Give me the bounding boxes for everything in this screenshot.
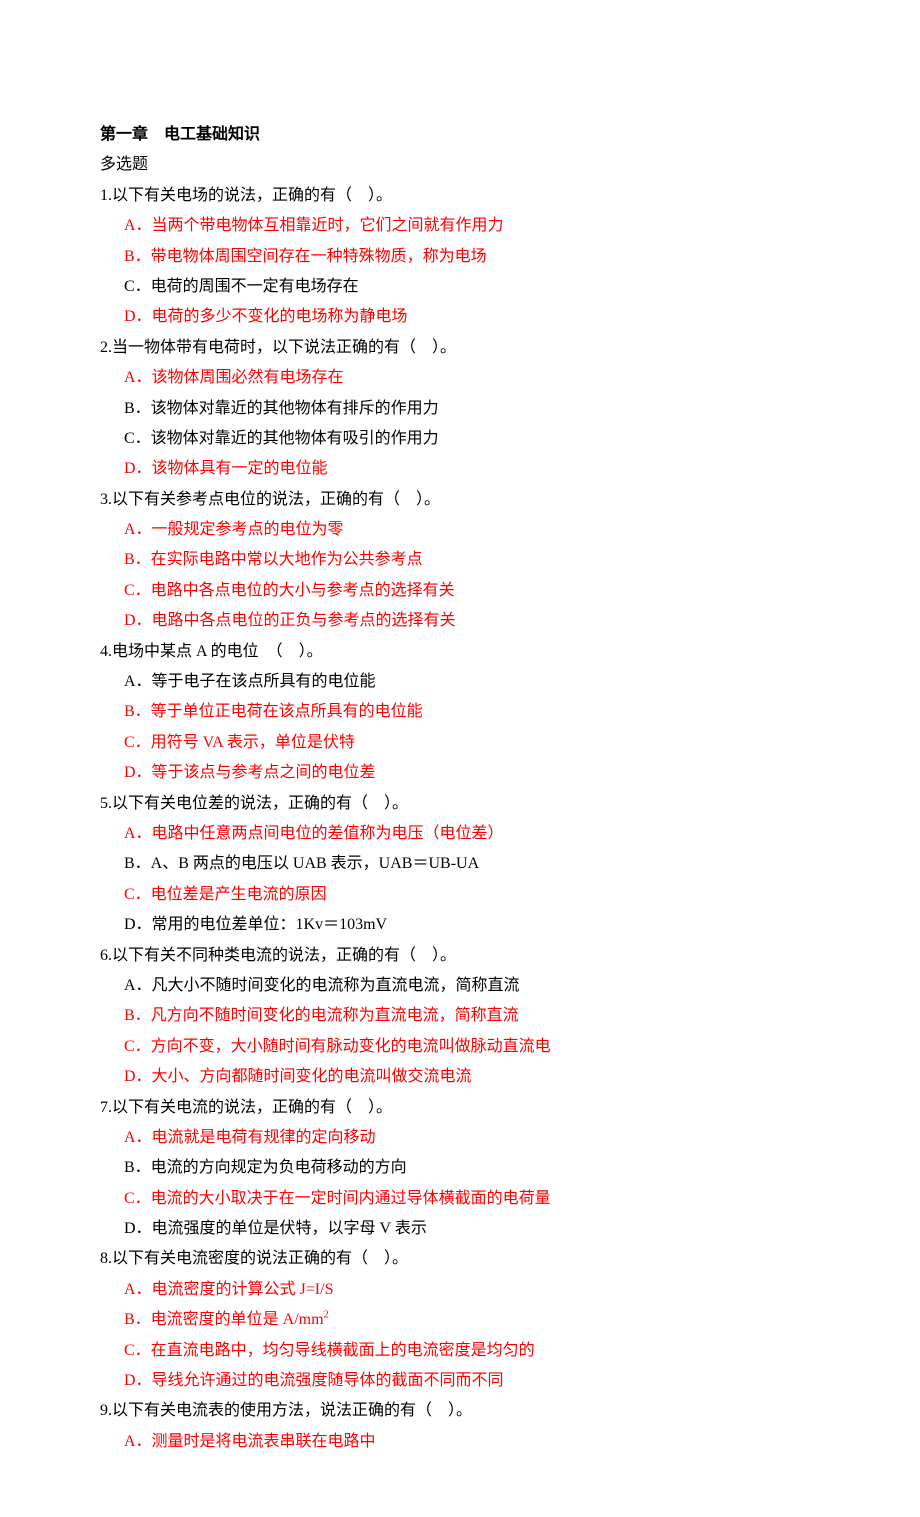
option: B．凡方向不随时间变化的电流称为直流电流，简称直流: [100, 1001, 820, 1031]
option: B．电流密度的单位是 A/mm2: [100, 1305, 820, 1335]
option: A．电路中任意两点间电位的差值称为电压（电位差）: [100, 819, 820, 849]
question-text: 4.电场中某点 A 的电位 （ ）。: [100, 637, 820, 667]
question-block: 9.以下有关电流表的使用方法，说法正确的有（ ）。A．测量时是将电流表串联在电路…: [100, 1396, 820, 1457]
question-text: 8.以下有关电流密度的说法正确的有（ ）。: [100, 1244, 820, 1274]
question-text: 7.以下有关电流的说法，正确的有（ ）。: [100, 1093, 820, 1123]
option: C．电流的大小取决于在一定时间内通过导体横截面的电荷量: [100, 1184, 820, 1214]
chapter-title: 第一章 电工基础知识: [100, 120, 820, 150]
option: A．凡大小不随时间变化的电流称为直流电流，简称直流: [100, 971, 820, 1001]
question-text: 2.当一物体带有电荷时，以下说法正确的有（ ）。: [100, 333, 820, 363]
option: B．带电物体周围空间存在一种特殊物质，称为电场: [100, 242, 820, 272]
question-block: 8.以下有关电流密度的说法正确的有（ ）。A．电流密度的计算公式 J=I/SB．…: [100, 1244, 820, 1396]
option: C．电位差是产生电流的原因: [100, 880, 820, 910]
option: C．方向不变，大小随时间有脉动变化的电流叫做脉动直流电: [100, 1032, 820, 1062]
question-block: 2.当一物体带有电荷时，以下说法正确的有（ ）。A．该物体周围必然有电场存在B．…: [100, 333, 820, 485]
option: C．该物体对靠近的其他物体有吸引的作用力: [100, 424, 820, 454]
question-block: 5.以下有关电位差的说法，正确的有（ ）。A．电路中任意两点间电位的差值称为电压…: [100, 789, 820, 941]
option: B．A、B 两点的电压以 UAB 表示，UAB＝UB-UA: [100, 849, 820, 879]
option: D．大小、方向都随时间变化的电流叫做交流电流: [100, 1062, 820, 1092]
option: A．电流就是电荷有规律的定向移动: [100, 1123, 820, 1153]
option: A．等于电子在该点所具有的电位能: [100, 667, 820, 697]
option: C．用符号 VA 表示，单位是伏特: [100, 728, 820, 758]
question-block: 4.电场中某点 A 的电位 （ ）。A．等于电子在该点所具有的电位能B．等于单位…: [100, 637, 820, 789]
option: B．电流的方向规定为负电荷移动的方向: [100, 1153, 820, 1183]
option: A．一般规定参考点的电位为零: [100, 515, 820, 545]
option: B．该物体对靠近的其他物体有排斥的作用力: [100, 394, 820, 424]
option: D．电荷的多少不变化的电场称为静电场: [100, 302, 820, 332]
question-block: 6.以下有关不同种类电流的说法，正确的有（ ）。A．凡大小不随时间变化的电流称为…: [100, 941, 820, 1093]
question-text: 9.以下有关电流表的使用方法，说法正确的有（ ）。: [100, 1396, 820, 1426]
question-text: 3.以下有关参考点电位的说法，正确的有（ ）。: [100, 485, 820, 515]
option: C．电路中各点电位的大小与参考点的选择有关: [100, 576, 820, 606]
option: A．当两个带电物体互相靠近时，它们之间就有作用力: [100, 211, 820, 241]
section-label: 多选题: [100, 150, 820, 180]
option: A．测量时是将电流表串联在电路中: [100, 1427, 820, 1457]
option: A．该物体周围必然有电场存在: [100, 363, 820, 393]
question-text: 1.以下有关电场的说法，正确的有（ ）。: [100, 181, 820, 211]
question-block: 7.以下有关电流的说法，正确的有（ ）。A．电流就是电荷有规律的定向移动B．电流…: [100, 1093, 820, 1245]
option: D．等于该点与参考点之间的电位差: [100, 758, 820, 788]
option: B．在实际电路中常以大地作为公共参考点: [100, 545, 820, 575]
option: C．在直流电路中，均匀导线横截面上的电流密度是均匀的: [100, 1336, 820, 1366]
question-block: 3.以下有关参考点电位的说法，正确的有（ ）。A．一般规定参考点的电位为零B．在…: [100, 485, 820, 637]
question-text: 5.以下有关电位差的说法，正确的有（ ）。: [100, 789, 820, 819]
option: C．电荷的周围不一定有电场存在: [100, 272, 820, 302]
question-text: 6.以下有关不同种类电流的说法，正确的有（ ）。: [100, 941, 820, 971]
option: D．该物体具有一定的电位能: [100, 454, 820, 484]
document-content: 第一章 电工基础知识 多选题 1.以下有关电场的说法，正确的有（ ）。A．当两个…: [100, 120, 820, 1457]
option: B．等于单位正电荷在该点所具有的电位能: [100, 697, 820, 727]
option: D．电流强度的单位是伏特，以字母 V 表示: [100, 1214, 820, 1244]
option: A．电流密度的计算公式 J=I/S: [100, 1275, 820, 1305]
question-block: 1.以下有关电场的说法，正确的有（ ）。A．当两个带电物体互相靠近时，它们之间就…: [100, 181, 820, 333]
option: D．电路中各点电位的正负与参考点的选择有关: [100, 606, 820, 636]
option: D．常用的电位差单位：1Kv＝103mV: [100, 910, 820, 940]
option: D．导线允许通过的电流强度随导体的截面不同而不同: [100, 1366, 820, 1396]
questions-list: 1.以下有关电场的说法，正确的有（ ）。A．当两个带电物体互相靠近时，它们之间就…: [100, 181, 820, 1457]
